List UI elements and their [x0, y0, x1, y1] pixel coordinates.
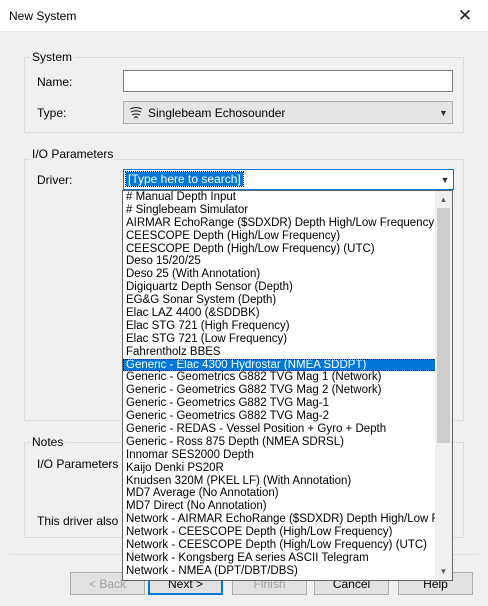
driver-list-item[interactable]: Deso 25 (With Annotation): [123, 268, 436, 281]
driver-list-item[interactable]: EG&G Sonar System (Depth): [123, 294, 436, 307]
io-parameters-label: I/O Parameters: [30, 147, 116, 161]
driver-list-item[interactable]: AIRMAR EchoRange ($SDXDR) Depth High/Low…: [123, 217, 436, 230]
vertical-scrollbar[interactable]: ▲ ▼: [435, 191, 452, 580]
driver-list-item[interactable]: Innomar SES2000 Depth: [123, 449, 436, 462]
window-title: New System: [9, 9, 77, 23]
driver-list-item[interactable]: Generic - REDAS - Vessel Position + Gyro…: [123, 423, 436, 436]
driver-select[interactable]: [Type here to search] ▼: [123, 169, 454, 190]
driver-label: Driver:: [37, 173, 73, 187]
driver-list-item[interactable]: Network - CEESCOPE Depth (High/Low Frequ…: [123, 526, 436, 539]
driver-list-item[interactable]: CEESCOPE Depth (High/Low Frequency): [123, 230, 436, 243]
driver-list-item[interactable]: Deso 15/20/25: [123, 255, 436, 268]
driver-list-item[interactable]: Generic - Elac 4300 Hydrostar (NMEA SDDP…: [123, 358, 436, 372]
driver-list-item[interactable]: Elac STG 721 (High Frequency): [123, 320, 436, 333]
type-select[interactable]: Singlebeam Echosounder ▼: [123, 101, 453, 124]
driver-list-item[interactable]: Network - NMEA (DPT/DBT/DBS): [123, 565, 436, 578]
notes-label: Notes: [30, 435, 66, 449]
driver-list-item[interactable]: Generic - Ross 875 Depth (NMEA SDRSL): [123, 436, 436, 449]
scroll-up-icon[interactable]: ▲: [435, 191, 452, 208]
title-bar: New System ✕: [0, 0, 488, 32]
driver-list-item[interactable]: MD7 Average (No Annotation): [123, 487, 436, 500]
type-label: Type:: [37, 106, 67, 120]
driver-search-input[interactable]: [Type here to search]: [125, 171, 244, 187]
driver-list-item[interactable]: Network - CEESCOPE Depth (High/Low Frequ…: [123, 539, 436, 552]
driver-list-item[interactable]: Network - Kongsberg EA series ASCII Tele…: [123, 552, 436, 565]
driver-list-item[interactable]: Elac LAZ 4400 (&SDDBK): [123, 307, 436, 320]
driver-list-item[interactable]: Kaijo Denki PS20R: [123, 462, 436, 475]
driver-list-item[interactable]: Generic - Geometrics G882 TVG Mag-1: [123, 397, 436, 410]
driver-list-item[interactable]: MD7 Direct (No Annotation): [123, 500, 436, 513]
scrollbar-thumb[interactable]: [437, 208, 450, 443]
chevron-down-icon[interactable]: ▼: [435, 102, 452, 123]
driver-list-item[interactable]: Generic - Geometrics G882 TVG Mag 2 (Net…: [123, 384, 436, 397]
echosounder-icon: [128, 105, 144, 121]
driver-list-item[interactable]: # Singlebeam Simulator: [123, 204, 436, 217]
driver-list-item[interactable]: Digiquartz Depth Sensor (Depth): [123, 281, 436, 294]
close-icon[interactable]: ✕: [442, 0, 488, 31]
type-select-value: Singlebeam Echosounder: [148, 105, 286, 120]
driver-list-item[interactable]: Network - AIRMAR EchoRange ($SDXDR) Dept…: [123, 513, 436, 526]
name-field[interactable]: [123, 70, 453, 92]
driver-list-item[interactable]: Knudsen 320M (PKEL LF) (With Annotation): [123, 475, 436, 488]
driver-list-item[interactable]: Generic - Geometrics G882 TVG Mag 1 (Net…: [123, 371, 436, 384]
scroll-down-icon[interactable]: ▼: [435, 563, 452, 580]
system-group-label: System: [30, 50, 75, 64]
driver-list-items: # Manual Depth Input # Singlebeam Simulat…: [123, 191, 436, 578]
chevron-down-icon[interactable]: ▼: [436, 170, 453, 189]
driver-list-item[interactable]: # Manual Depth Input: [123, 191, 436, 204]
driver-list-item[interactable]: Fahrentholz BBES: [123, 346, 436, 359]
driver-list-item[interactable]: Elac STG 721 (Low Frequency): [123, 333, 436, 346]
driver-list-item[interactable]: CEESCOPE Depth (High/Low Frequency) (UTC…: [123, 243, 436, 256]
driver-list-item[interactable]: Generic - Geometrics G882 TVG Mag-2: [123, 410, 436, 423]
name-label: Name:: [37, 75, 73, 89]
driver-dropdown-list[interactable]: # Manual Depth Input # Singlebeam Simulat…: [122, 190, 453, 581]
